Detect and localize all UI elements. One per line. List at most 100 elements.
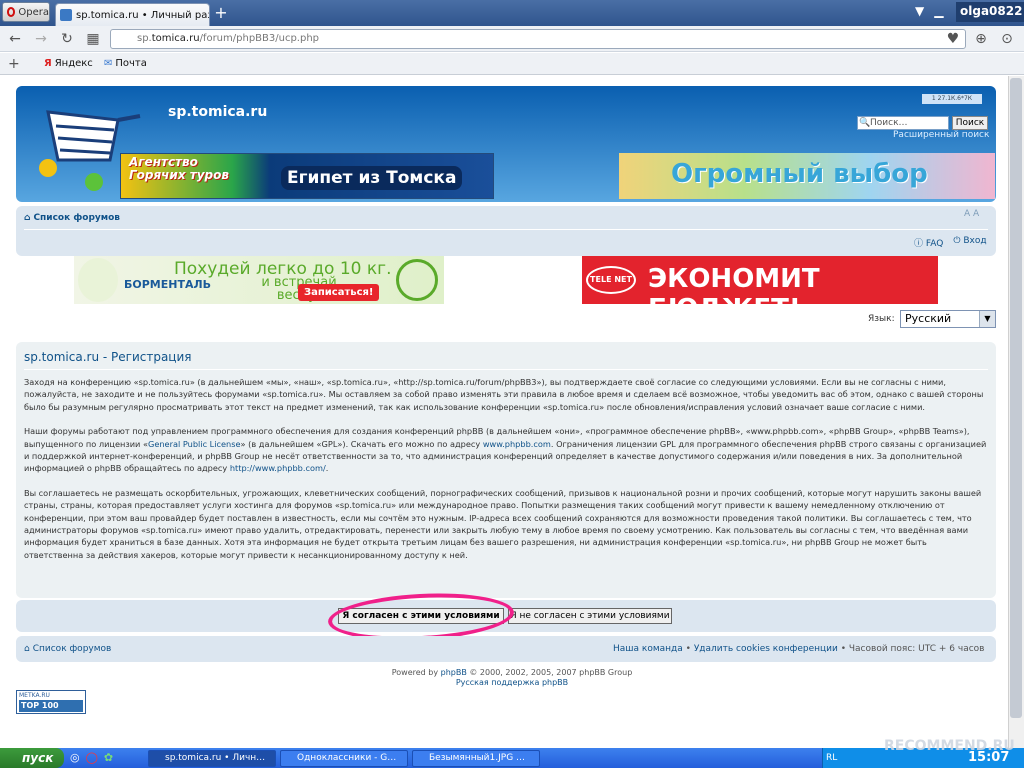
phpbb-link[interactable]: www.phpbb.com	[483, 439, 551, 449]
site-title[interactable]: sp.tomica.ru	[168, 104, 267, 120]
choice-banner[interactable]: Огромный выбор	[619, 153, 995, 199]
download-icon[interactable]: ⊕	[972, 30, 990, 48]
search-placeholder: Поиск…	[870, 118, 908, 128]
phpbb-footer-link[interactable]: phpBB	[441, 668, 467, 677]
login-link[interactable]: ⏻ Вход	[953, 236, 986, 249]
speed-dial-icon[interactable]: ▦	[84, 30, 102, 48]
timezone-label: Часовой пояс: UTC + 6 часов	[848, 644, 985, 654]
diet-ad-banner[interactable]: Похудей легко до 10 кг. и встречай весну…	[74, 256, 444, 304]
taskbar-item[interactable]: Безымянный1.JPG …	[412, 750, 540, 767]
bookmark-mail[interactable]: ✉ Почта	[104, 58, 147, 69]
scrollbar-thumb[interactable]	[1010, 78, 1022, 718]
quick-launch: ◎ ◯ ✿	[70, 751, 113, 764]
tours-banner[interactable]: Агентство Горячих туров Египет из Томска	[120, 153, 494, 199]
terms-paragraph: Заходя на конференцию «sp.tomica.ru» (в …	[24, 377, 984, 412]
language-label: Язык:	[868, 314, 895, 324]
taskbar-item[interactable]: sp.tomica.ru • Личн…	[148, 750, 276, 767]
disagree-button[interactable]: Я не согласен с этими условиями	[508, 608, 672, 624]
powered-by: Powered by phpBB © 2000, 2002, 2005, 200…	[0, 668, 1024, 688]
counter-badge[interactable]: 1 27.1К.6*7К	[922, 94, 982, 104]
back-icon[interactable]: ←	[6, 30, 24, 48]
terms-text: Заходя на конференцию «sp.tomica.ru» (в …	[24, 376, 988, 573]
forum-list-link[interactable]: ⌂ Список форумов	[24, 644, 111, 654]
telenet-logo: TELE NET	[586, 266, 636, 294]
help-icon: ⓘ	[914, 239, 924, 249]
tab-menu-icon[interactable]: ▼	[915, 4, 924, 18]
page-title: sp.tomica.ru - Регистрация	[24, 350, 192, 364]
search-icon: 🔍	[859, 118, 871, 128]
phpbb-url-link[interactable]: http://www.phpbb.com/	[230, 463, 326, 473]
opera-icon	[7, 7, 16, 17]
faq-link[interactable]: ⓘ FAQ	[914, 236, 943, 249]
bookmarks-bar	[0, 53, 1024, 75]
search-button[interactable]: Поиск	[952, 116, 988, 130]
language-select[interactable]: Русский ▼	[900, 310, 996, 328]
favicon-icon	[60, 9, 72, 21]
delete-cookies-link[interactable]: Удалить cookies конференции	[694, 644, 838, 654]
new-tab-button[interactable]: +	[212, 4, 230, 22]
gpl-link[interactable]: General Public License	[148, 439, 241, 449]
diet-brand: БОРМЕНТАЛЬ	[124, 278, 212, 291]
ie-icon[interactable]: ◎	[70, 751, 80, 764]
opera-menu-button[interactable]: Opera	[2, 2, 50, 22]
terms-paragraph: Вы соглашаетесь не размещать оскорбитель…	[24, 487, 982, 560]
address-bar[interactable]: sp.tomica.ru/forum/phpBB3/ucp.php	[110, 29, 966, 49]
clock-icon	[396, 259, 438, 301]
diet-signup-button[interactable]: Записаться!	[298, 284, 380, 301]
menu-icon[interactable]: ⊙	[998, 30, 1016, 48]
top100-small-label: METKA.RU	[19, 692, 50, 699]
terms-text-part: .	[325, 463, 329, 474]
forum-list-label: Список форумов	[32, 644, 112, 654]
icq-icon[interactable]: ✿	[104, 751, 113, 764]
heart-icon[interactable]: ♥	[944, 30, 962, 48]
forum-list-label: Список форумов	[33, 213, 120, 223]
opera-menu-label: Opera	[18, 6, 49, 18]
footer-links: Наша команда • Удалить cookies конференц…	[613, 644, 984, 654]
taskbar-item[interactable]: Одноклассники - G…	[280, 750, 408, 767]
url-path: /forum/phpBB3/ucp.php	[199, 33, 320, 44]
font-size-toggle[interactable]: A A	[964, 209, 979, 219]
russian-support-link[interactable]: Русская поддержка phpBB	[456, 678, 568, 687]
telenet-ad-banner[interactable]: TELE NET ЭКОНОМИТ БЮДЖЕТ!	[582, 256, 938, 324]
terms-text-part: » (в дальнейшем «GPL»). Скачать его можн…	[240, 438, 483, 449]
login-label: Вход	[963, 236, 987, 246]
tab-title: sp.tomica.ru • Личный разд	[76, 9, 210, 21]
forum-list-link[interactable]: ⌂ Список форумов	[24, 213, 120, 223]
mail-icon: ✉	[104, 58, 113, 69]
tours-agency-label: Агентство Горячих туров	[129, 155, 229, 182]
terms-paragraph: Наши форумы работают под управлением про…	[24, 425, 988, 475]
browser-tab[interactable]: sp.tomica.ru • Личный разд✕	[55, 3, 210, 26]
home-icon: ⌂	[24, 644, 30, 654]
input-language[interactable]: RL	[826, 748, 837, 768]
start-button[interactable]: пуск	[0, 748, 64, 768]
tours-egypt-label: Египет из Томска	[281, 166, 463, 190]
flower-icon	[78, 258, 118, 302]
reload-icon[interactable]: ↻	[58, 30, 76, 48]
chevron-down-icon: ▼	[979, 311, 995, 327]
minimize-icon[interactable]: ▁	[934, 4, 943, 18]
divider	[24, 369, 988, 370]
language-value: Русский	[905, 312, 952, 325]
clock: 15:07	[968, 750, 1010, 765]
bookmark-label: Почта	[115, 58, 147, 69]
home-icon: ⌂	[24, 213, 31, 223]
top100-label: TOP 100	[19, 700, 83, 712]
window-controls: ▼ ▁	[915, 4, 943, 18]
choice-label: Огромный выбор	[671, 159, 928, 189]
advanced-search-link[interactable]: Расширенный поиск	[893, 130, 989, 140]
add-bookmark-icon[interactable]: +	[8, 56, 20, 72]
faq-label: FAQ	[925, 239, 944, 249]
powered-prefix: Powered by	[391, 668, 441, 677]
team-link[interactable]: Наша команда	[613, 644, 683, 654]
powered-suffix: © 2000, 2002, 2005, 2007 phpBB Group	[466, 668, 633, 677]
opera-quick-icon[interactable]: ◯	[86, 751, 98, 764]
user-name[interactable]: olga0822	[956, 2, 1024, 22]
separator: •	[840, 644, 849, 654]
bookmark-yandex[interactable]: Я Яндекс	[44, 58, 93, 69]
url-prefix: sp.	[137, 33, 152, 44]
search-input[interactable]: 🔍 Поиск…	[857, 116, 949, 130]
nav-links: ⓘ FAQ ⏻ Вход	[914, 236, 987, 249]
top100-counter[interactable]: METKA.RU TOP 100	[16, 690, 86, 714]
yandex-icon: Я	[44, 58, 52, 69]
forward-icon[interactable]: →	[32, 30, 50, 48]
